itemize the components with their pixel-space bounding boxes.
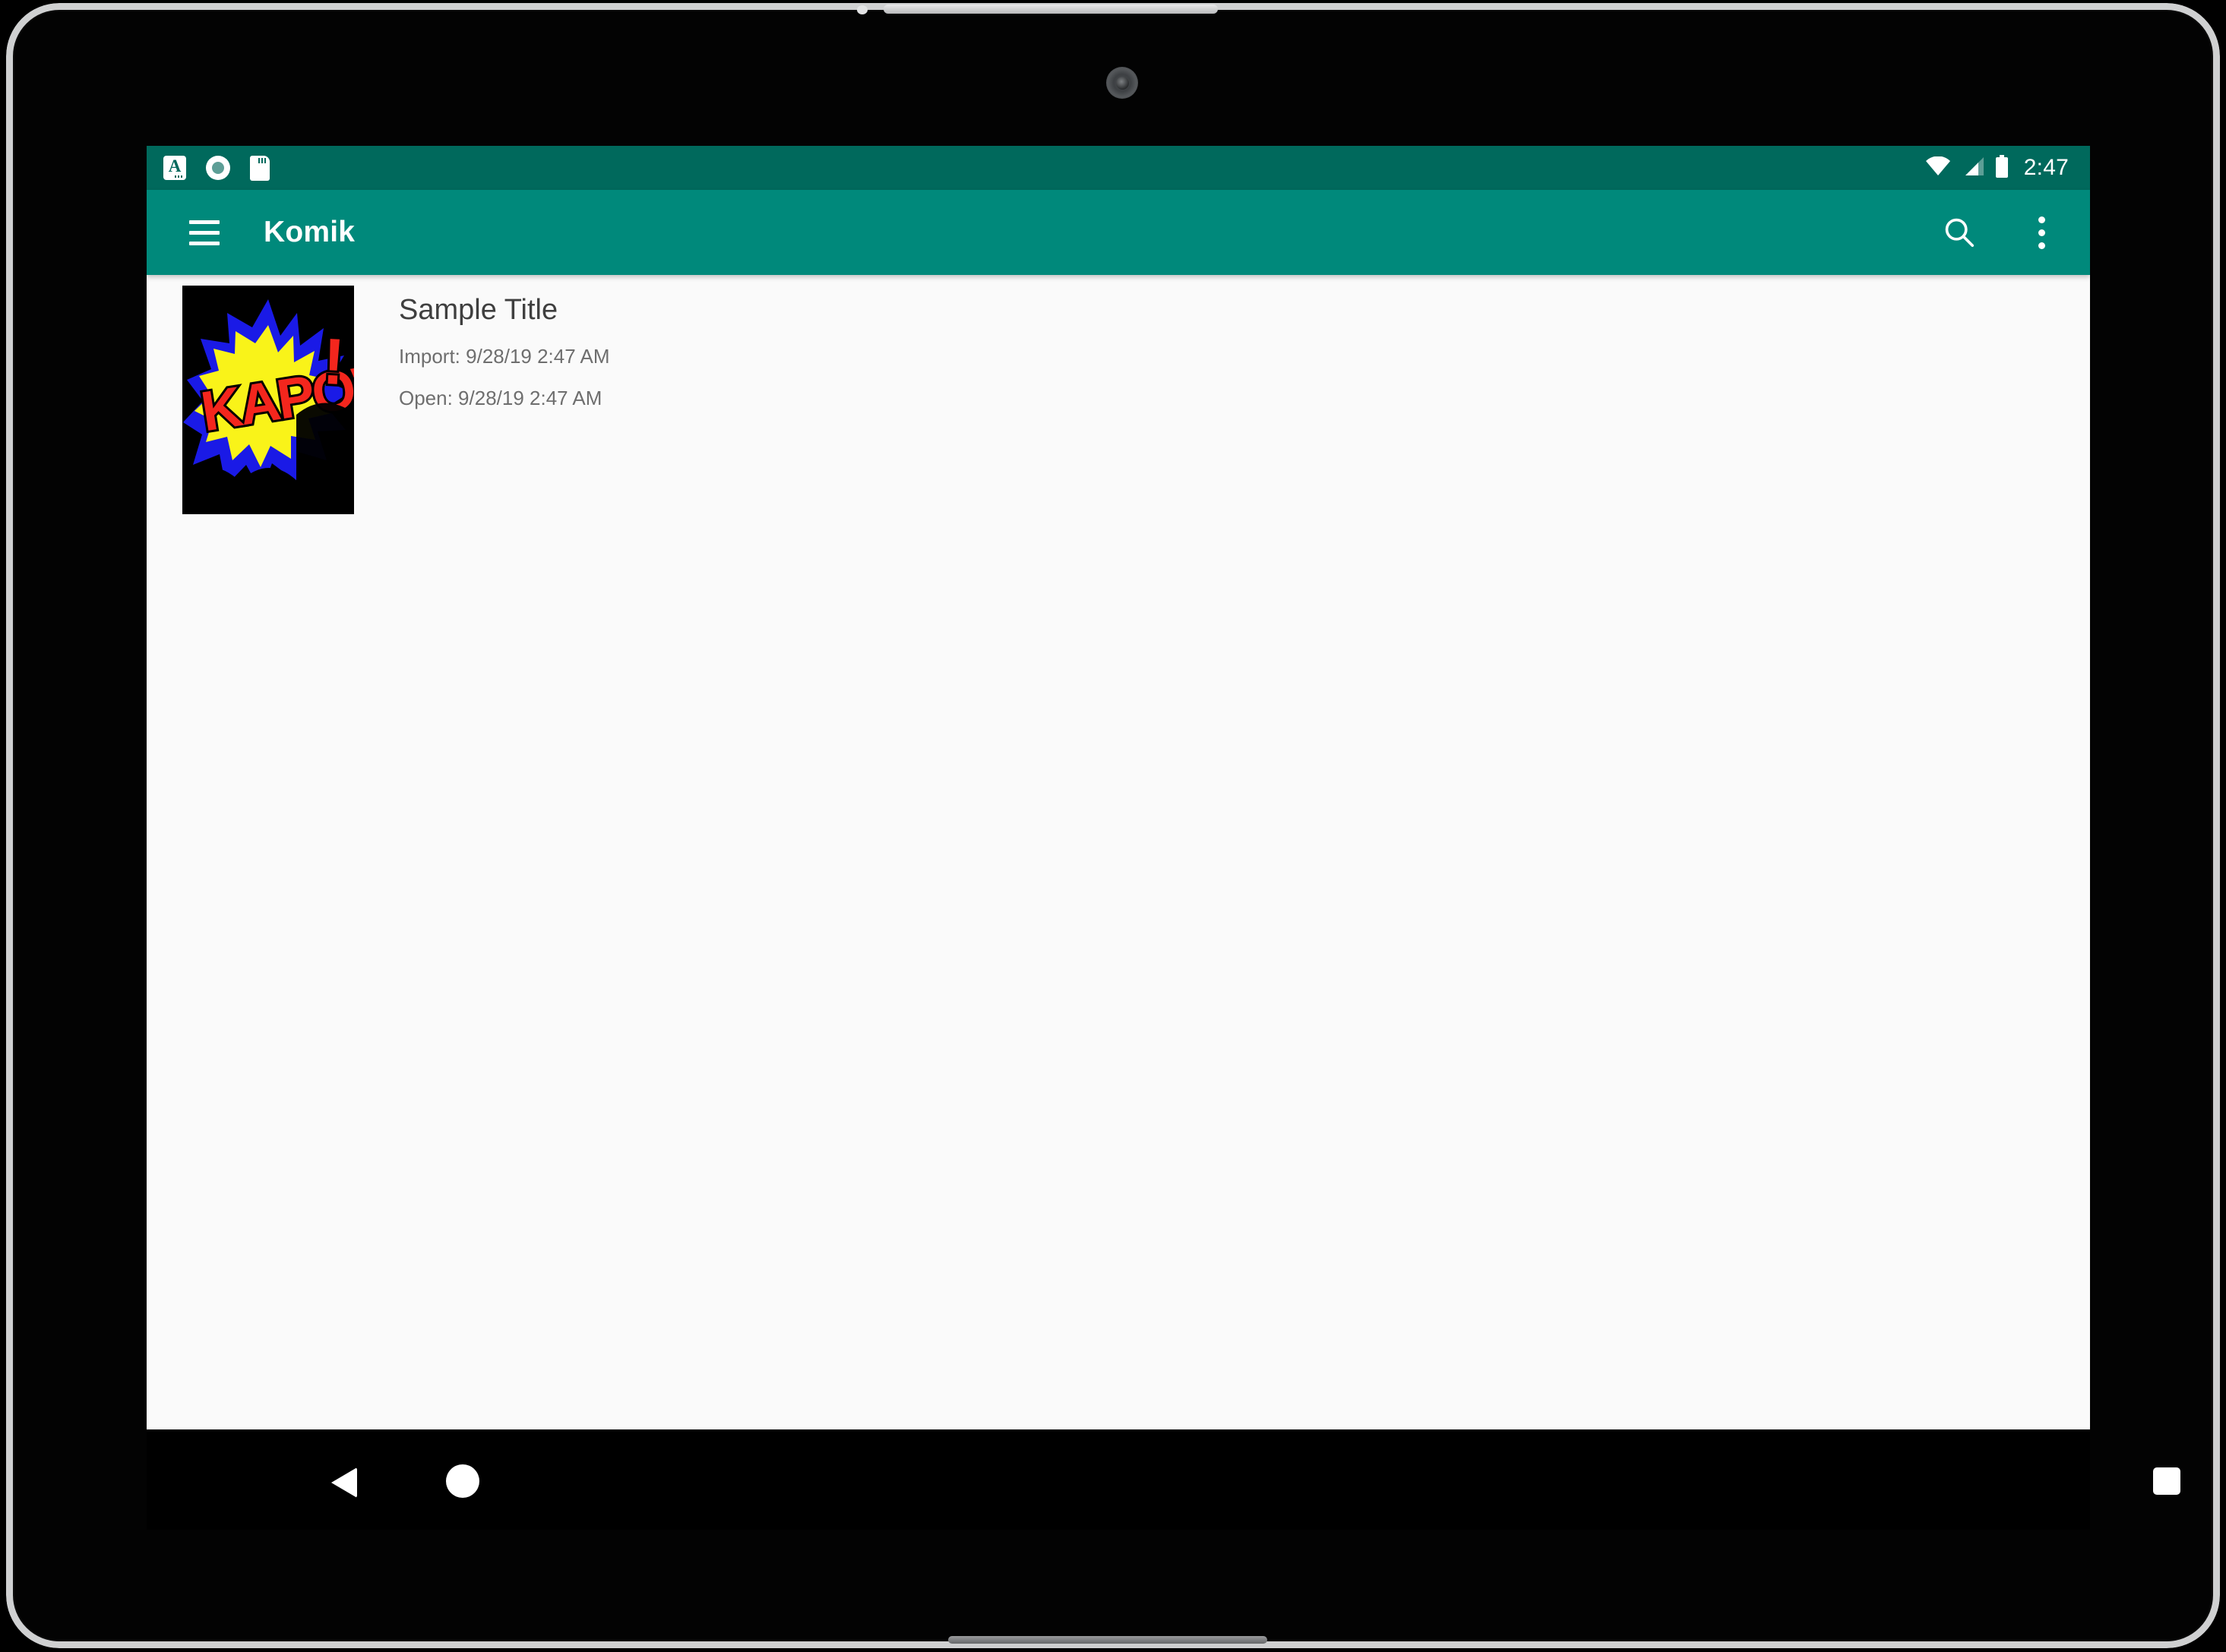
record-circle-icon — [206, 156, 230, 180]
keyboard-language-icon: A — [163, 156, 186, 180]
list-item[interactable]: KAPOW ! Sample Title Import: 9/28/19 2:4… — [147, 275, 2090, 514]
hamburger-menu-icon[interactable] — [177, 205, 232, 260]
comic-list: KAPOW ! Sample Title Import: 9/28/19 2:4… — [147, 275, 2090, 1429]
status-bar-right-icons: 2:47 — [1925, 154, 2069, 182]
wifi-icon — [1925, 156, 1951, 180]
top-speaker-slot — [884, 5, 1218, 14]
comic-title: Sample Title — [399, 294, 558, 326]
app-bar: Komik — [147, 190, 2090, 275]
battery-icon — [1995, 154, 2009, 182]
comic-import-date: Import: 9/28/19 2:47 AM — [399, 344, 610, 368]
comic-cover-thumbnail[interactable]: KAPOW ! — [182, 286, 354, 514]
speaker-dot — [857, 5, 868, 14]
sd-card-icon — [250, 155, 270, 181]
svg-text:!: ! — [321, 325, 347, 399]
device-frame: A 2:47 Komik KAPOW ! Sample Title Import… — [6, 3, 2220, 1648]
phone-screen: A 2:47 Komik KAPOW ! Sample Title Import… — [147, 146, 2090, 1429]
status-bar: A 2:47 — [147, 146, 2090, 190]
cellular-signal-icon — [1962, 156, 1984, 180]
front-camera-lens-icon — [1116, 77, 1129, 90]
home-button-icon[interactable] — [446, 1464, 479, 1498]
comic-open-date: Open: 9/28/19 2:47 AM — [399, 386, 602, 409]
recents-button-icon[interactable] — [2153, 1467, 2180, 1495]
back-button-icon[interactable] — [331, 1467, 357, 1498]
status-bar-left-icons: A — [163, 155, 270, 181]
overflow-menu-icon[interactable] — [2014, 205, 2069, 260]
app-bar-actions — [1932, 205, 2069, 260]
bottom-speaker-slot — [948, 1636, 1267, 1644]
android-navigation-bar — [147, 1429, 2180, 1530]
page-title: Komik — [264, 216, 356, 248]
status-bar-clock: 2:47 — [2023, 155, 2069, 180]
kapow-cover-art: KAPOW ! — [182, 286, 354, 514]
search-icon[interactable] — [1932, 205, 1987, 260]
comic-info: Sample Title Import: 9/28/19 2:47 AM Ope… — [354, 286, 610, 410]
